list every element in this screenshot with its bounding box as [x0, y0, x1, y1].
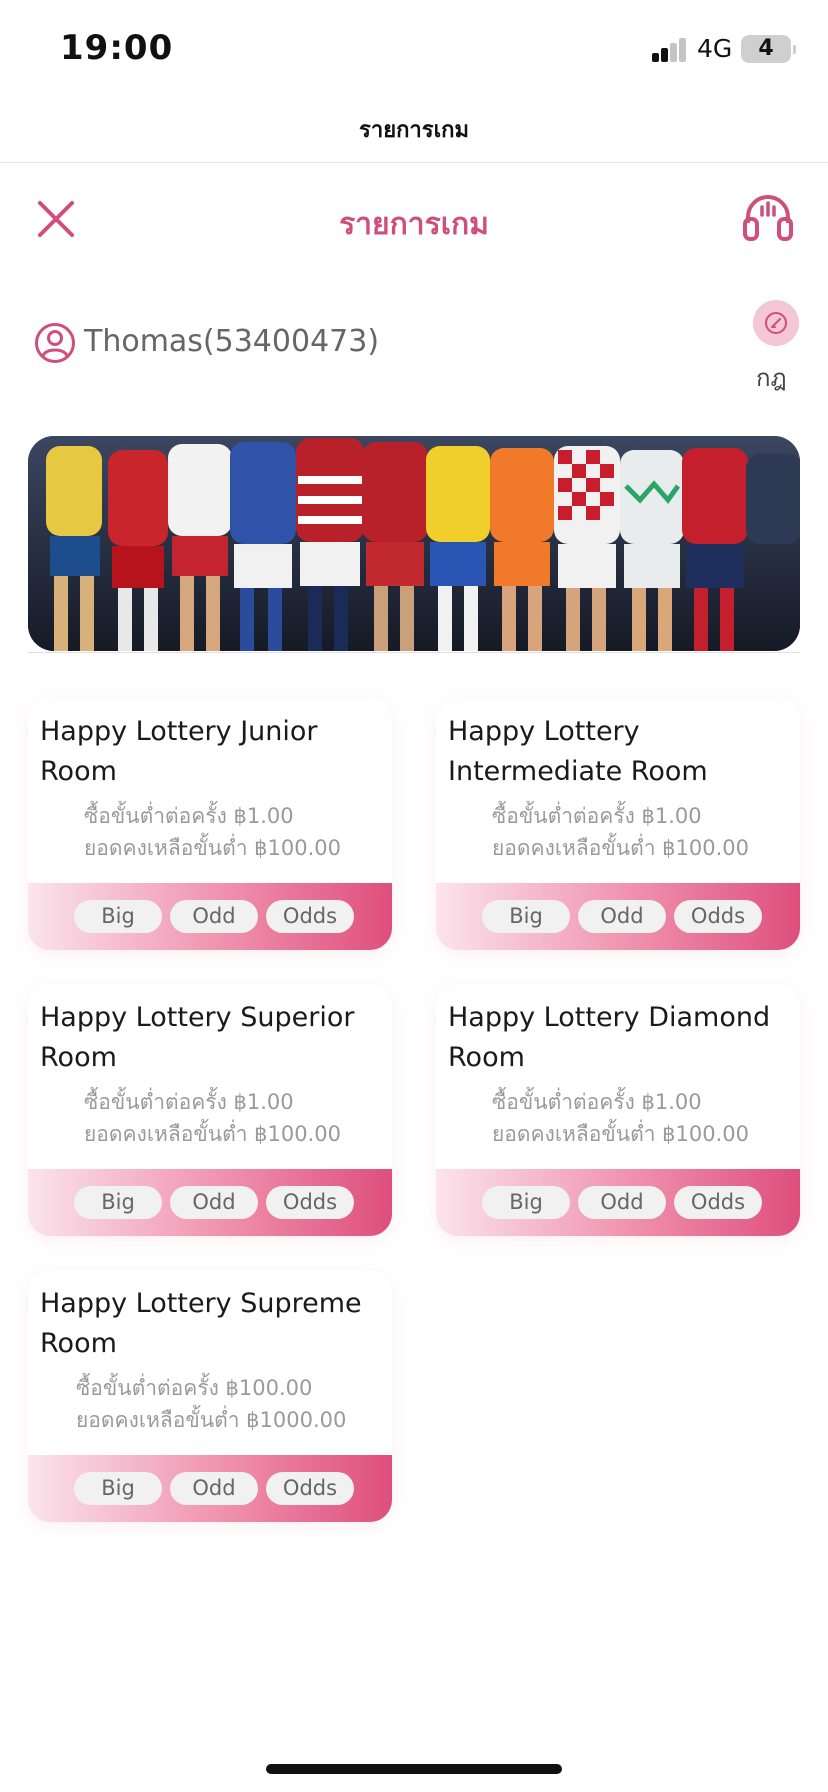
signal-icon	[652, 36, 688, 62]
room-name: Happy Lottery Supreme Room	[40, 1288, 362, 1359]
page-title: รายการเกม	[339, 207, 489, 242]
tag-odd[interactable]: Odd	[170, 1472, 258, 1505]
room-min-balance: ยอดคงเหลือขั้นต่ำ ฿100.00	[84, 1122, 342, 1146]
tag-big[interactable]: Big	[74, 900, 162, 933]
room-tags: Big Odd Odds	[28, 1169, 392, 1236]
tag-big[interactable]: Big	[74, 1472, 162, 1505]
tag-odd[interactable]: Odd	[578, 1186, 666, 1219]
room-name: Happy Lottery Junior Room	[40, 716, 318, 787]
room-info: ซื้อขั้นต่ำต่อครั้ง ฿100.00 ยอดคงเหลือขั…	[76, 1372, 346, 1436]
tag-big[interactable]: Big	[74, 1186, 162, 1219]
room-card-intermediate[interactable]: Happy Lottery Intermediate Room ซื้อขั้น…	[436, 698, 800, 950]
battery-tip	[793, 45, 796, 54]
room-name: Happy Lottery Diamond Room	[448, 1002, 771, 1073]
tag-odds[interactable]: Odds	[674, 1186, 762, 1219]
tag-big[interactable]: Big	[482, 1186, 570, 1219]
room-card-supreme[interactable]: Happy Lottery Supreme Room ซื้อขั้นต่ำต่…	[28, 1270, 392, 1522]
room-tags: Big Odd Odds	[28, 883, 392, 950]
room-info: ซื้อขั้นต่ำต่อครั้ง ฿1.00 ยอดคงเหลือขั้น…	[84, 1086, 341, 1150]
room-card-superior[interactable]: Happy Lottery Superior Room ซื้อขั้นต่ำต…	[28, 984, 392, 1236]
room-card-diamond[interactable]: Happy Lottery Diamond Room ซื้อขั้นต่ำต่…	[436, 984, 800, 1236]
banner-divider	[28, 652, 800, 653]
battery-icon: 4	[741, 35, 791, 63]
tag-odd[interactable]: Odd	[578, 900, 666, 933]
room-info: ซื้อขั้นต่ำต่อครั้ง ฿1.00 ยอดคงเหลือขั้น…	[492, 800, 749, 864]
rules-label: กฎ	[756, 364, 787, 392]
tag-big[interactable]: Big	[482, 900, 570, 933]
support-button[interactable]	[740, 189, 796, 245]
room-tags: Big Odd Odds	[28, 1455, 392, 1522]
soccer-players-banner	[28, 436, 800, 651]
user-circle-icon	[35, 323, 75, 363]
page-header: รายการเกม	[0, 163, 828, 283]
home-indicator[interactable]	[266, 1764, 562, 1774]
network-label: 4G	[697, 34, 733, 63]
room-card-junior[interactable]: Happy Lottery Junior Room ซื้อขั้นต่ำต่อ…	[28, 698, 392, 950]
tag-odds[interactable]: Odds	[266, 1186, 354, 1219]
banner-image	[28, 436, 800, 651]
room-min-balance: ยอดคงเหลือขั้นต่ำ ฿100.00	[84, 836, 342, 860]
tag-odds[interactable]: Odds	[266, 1472, 354, 1505]
tag-odds[interactable]: Odds	[266, 900, 354, 933]
user-name: Thomas(53400473)	[84, 324, 380, 359]
room-name: Happy Lottery Intermediate Room	[448, 716, 708, 787]
tag-odd[interactable]: Odd	[170, 900, 258, 933]
user-row: Thomas(53400473) กฎ	[0, 300, 828, 400]
room-min-balance: ยอดคงเหลือขั้นต่ำ ฿100.00	[492, 1122, 750, 1146]
tag-odds[interactable]: Odds	[674, 900, 762, 933]
headset-icon	[743, 195, 793, 241]
tag-odd[interactable]: Odd	[170, 1186, 258, 1219]
room-min-balance: ยอดคงเหลือขั้นต่ำ ฿1000.00	[76, 1408, 347, 1432]
nav-title: รายการเกม	[359, 118, 469, 143]
room-min-bet: ซื้อขั้นต่ำต่อครั้ง ฿1.00	[84, 804, 294, 828]
room-min-bet: ซื้อขั้นต่ำต่อครั้ง ฿1.00	[492, 804, 702, 828]
room-tags: Big Odd Odds	[436, 1169, 800, 1236]
room-info: ซื้อขั้นต่ำต่อครั้ง ฿1.00 ยอดคงเหลือขั้น…	[492, 1086, 749, 1150]
room-min-bet: ซื้อขั้นต่ำต่อครั้ง ฿1.00	[84, 1090, 294, 1114]
rules-button[interactable]	[753, 300, 799, 346]
room-tags: Big Odd Odds	[436, 883, 800, 950]
room-name: Happy Lottery Superior Room	[40, 1002, 355, 1073]
nav-bar: รายการเกม	[0, 100, 828, 163]
status-time: 19:00	[60, 28, 174, 68]
battery-level: 4	[758, 36, 774, 61]
room-info: ซื้อขั้นต่ำต่อครั้ง ฿1.00 ยอดคงเหลือขั้น…	[84, 800, 341, 864]
pencil-icon	[765, 312, 787, 334]
room-min-balance: ยอดคงเหลือขั้นต่ำ ฿100.00	[492, 836, 750, 860]
status-bar: 19:00 4G 4	[0, 0, 828, 100]
room-min-bet: ซื้อขั้นต่ำต่อครั้ง ฿100.00	[76, 1376, 313, 1400]
room-min-bet: ซื้อขั้นต่ำต่อครั้ง ฿1.00	[492, 1090, 702, 1114]
